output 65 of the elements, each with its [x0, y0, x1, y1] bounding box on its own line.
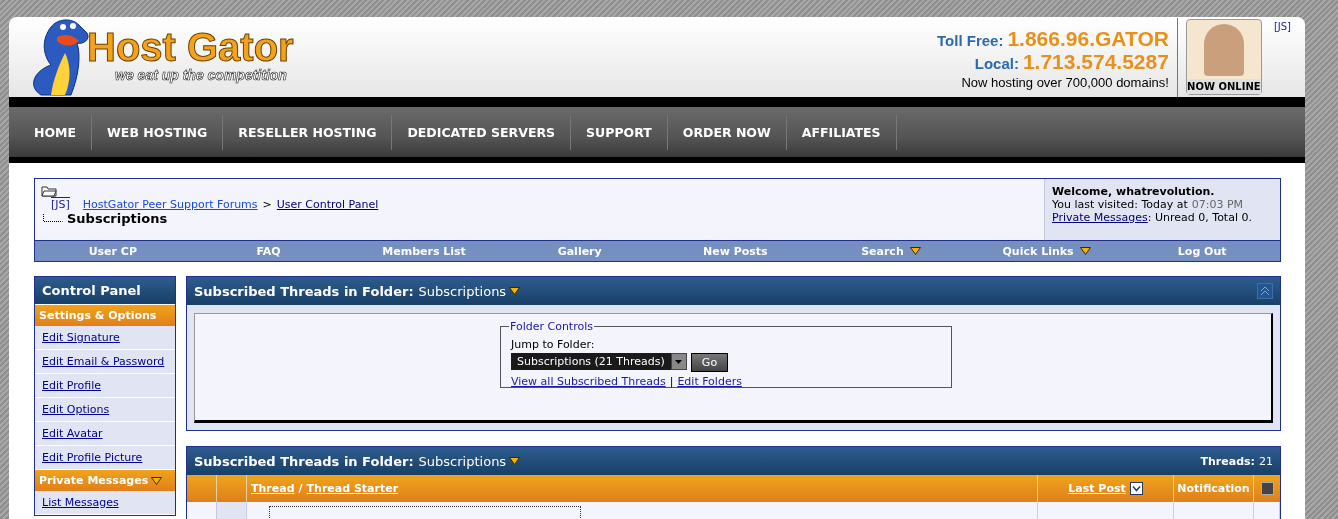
- nav-link[interactable]: SUPPORT: [571, 114, 668, 150]
- folder-icon: [41, 185, 57, 197]
- logo-tagline: we eat up the competition: [115, 67, 288, 83]
- dropdown-arrow-icon[interactable]: [509, 287, 521, 295]
- welcome-text: Welcome, whatrevolution.: [1052, 185, 1216, 198]
- sidebar-link[interactable]: Edit Signature: [42, 331, 120, 344]
- sidebar-link[interactable]: Edit Profile Picture: [42, 451, 143, 464]
- hosting-note: Now hosting over 700,000 domains!: [961, 75, 1169, 90]
- count-label: Threads:: [1200, 454, 1255, 468]
- group-legend: Folder Controls: [509, 320, 594, 333]
- dropdown-button[interactable]: [670, 353, 687, 370]
- support-badge[interactable]: NOW ONLINE: [1185, 19, 1262, 95]
- nav-link[interactable]: AFFILIATES: [786, 114, 897, 150]
- sort-descending-icon: [1129, 482, 1143, 495]
- header-separator: /: [298, 482, 303, 495]
- breadcrumb-link[interactable]: User Control Panel: [276, 197, 379, 211]
- badge-label: NOW ONLINE: [1186, 79, 1261, 94]
- go-button[interactable]: Go: [690, 353, 729, 372]
- sidebar-link[interactable]: Edit Options: [42, 403, 110, 416]
- phone-label: Toll Free:: [937, 32, 1004, 49]
- thread-count: 21: [1259, 454, 1273, 468]
- logo-title: Host Gator: [87, 27, 294, 67]
- folder-link[interactable]: View all Subscribed Threads: [511, 375, 666, 388]
- sidebar-link[interactable]: Edit Avatar: [42, 427, 103, 440]
- last-visited-label: You last visited: Today at: [1052, 198, 1188, 211]
- breadcrumb-separator: >: [262, 197, 272, 211]
- table-cell: [217, 502, 247, 519]
- column-label: Notification: [1177, 482, 1250, 495]
- folder-name[interactable]: Subscriptions: [418, 453, 521, 469]
- link-separator: |: [669, 375, 674, 388]
- js-link[interactable]: [JS]: [1273, 21, 1291, 32]
- panel-title: Subscribed Threads in Folder:: [194, 453, 414, 469]
- photo-placeholder: [1203, 24, 1244, 76]
- dropdown-arrow-icon[interactable]: [1079, 247, 1091, 255]
- collapse-button[interactable]: [1257, 283, 1273, 299]
- select-all-checkbox[interactable]: [1260, 482, 1274, 495]
- folder-name[interactable]: Subscriptions: [418, 283, 521, 299]
- folder-select[interactable]: Subscriptions (21 Threads): [511, 353, 687, 370]
- nav-link[interactable]: RESELLER HOSTING: [223, 114, 393, 150]
- tree-connector-icon: [41, 213, 63, 224]
- panel-title: Subscribed Threads in Folder:: [194, 283, 414, 299]
- folder-link[interactable]: Edit Folders: [677, 375, 742, 388]
- js-link[interactable]: [JS]: [51, 197, 70, 211]
- dropdown-arrow-icon[interactable]: [509, 457, 521, 465]
- breadcrumb-link[interactable]: HostGator Peer Support Forums: [82, 197, 258, 211]
- field-label: Jump to Folder:: [511, 338, 596, 351]
- sidebar-link[interactable]: Edit Email & Password: [42, 355, 165, 368]
- phone-number: 1.866.96.GATOR: [1007, 27, 1169, 50]
- nav-link[interactable]: DEDICATED SERVERS: [392, 114, 572, 150]
- private-messages-link[interactable]: Private Messages: [1052, 211, 1148, 224]
- sidebar-title: Control Panel: [35, 277, 175, 305]
- sidebar-link[interactable]: List Messages: [42, 496, 119, 509]
- nav-link[interactable]: ORDER NOW: [667, 114, 787, 150]
- page-title: Subscriptions: [67, 211, 168, 226]
- phone-number: 1.713.574.5287: [1022, 50, 1169, 73]
- sidebar-link[interactable]: Edit Profile: [42, 379, 101, 392]
- collapse-icon: [1260, 286, 1270, 296]
- last-visited-time: 07:03 PM: [1191, 198, 1244, 211]
- nav-link[interactable]: HOME: [19, 114, 93, 150]
- dropdown-arrow-icon[interactable]: [151, 476, 163, 485]
- caret-icon: [675, 359, 683, 364]
- dropdown-arrow-icon[interactable]: [909, 247, 921, 255]
- message-count: : Unread 0, Total 0.: [1147, 211, 1252, 224]
- phone-label: Local:: [974, 55, 1019, 72]
- nav-link[interactable]: WEB HOSTING: [92, 114, 224, 150]
